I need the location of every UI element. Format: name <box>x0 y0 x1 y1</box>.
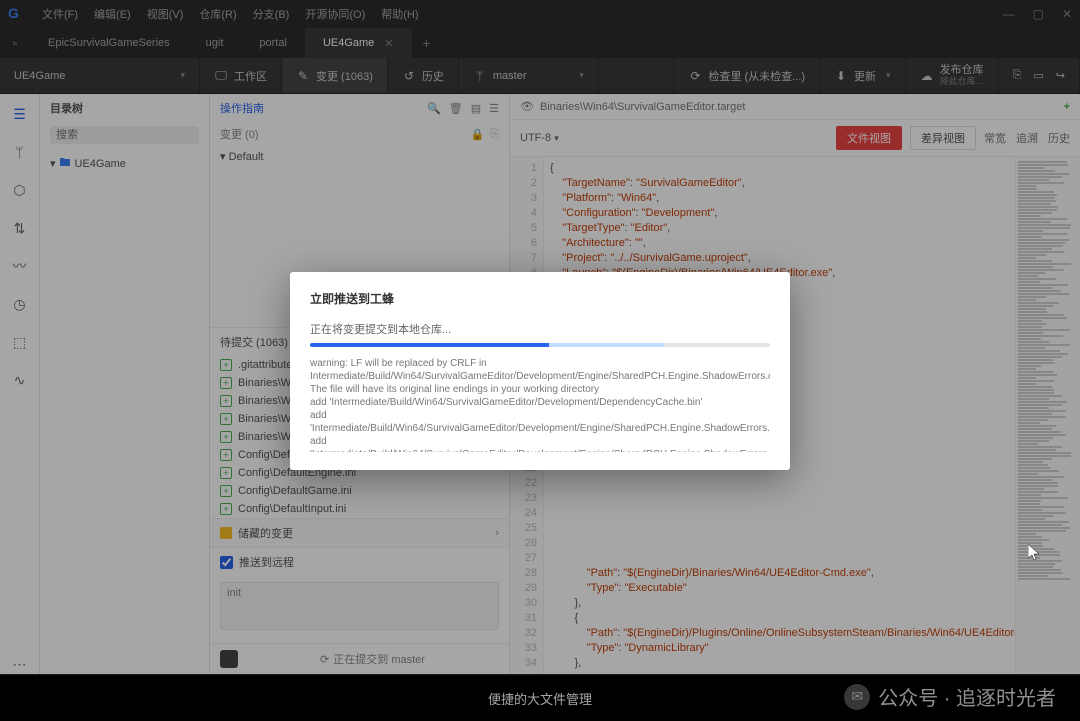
modal-backdrop: 立即推送到工蜂 正在将变更提交到本地仓库... warning: LF will… <box>0 0 1080 721</box>
progress-bar <box>310 343 770 347</box>
modal-log: warning: LF will be replaced by CRLF in … <box>310 357 770 452</box>
push-modal: 立即推送到工蜂 正在将变更提交到本地仓库... warning: LF will… <box>290 272 790 470</box>
modal-title: 立即推送到工蜂 <box>310 290 770 307</box>
modal-subtitle: 正在将变更提交到本地仓库... <box>310 321 770 337</box>
